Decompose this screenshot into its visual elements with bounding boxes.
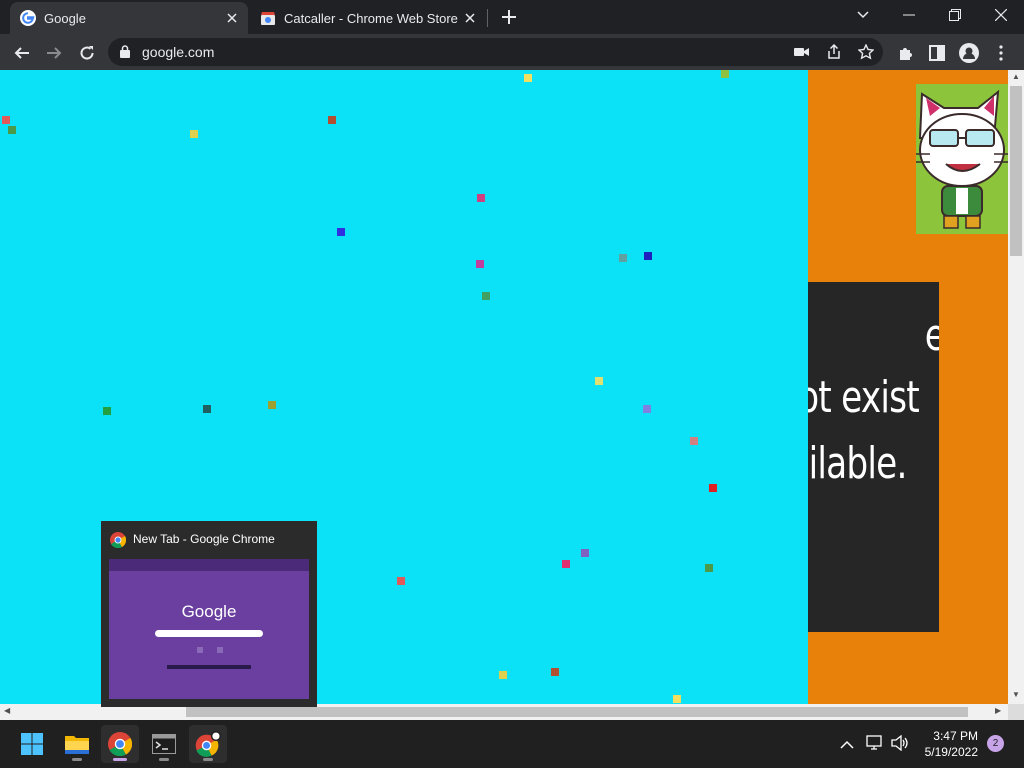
confetti-square — [551, 668, 559, 676]
confetti-square — [595, 377, 603, 385]
new-tab-plus-icon[interactable] — [498, 6, 520, 28]
thumbnail-google-logo: Google — [181, 602, 237, 621]
chrome-profile-icon[interactable] — [189, 725, 227, 763]
scroll-up-arrow-icon[interactable]: ▲ — [1012, 72, 1020, 81]
preview-thumbnail[interactable]: Google — [109, 559, 309, 699]
tab-google[interactable]: Google — [10, 2, 248, 34]
chevron-up-icon[interactable] — [840, 737, 854, 755]
chrome-icon — [110, 532, 127, 553]
extensions-puzzle-icon[interactable] — [895, 42, 917, 64]
confetti-square — [705, 564, 713, 572]
confetti-square — [268, 401, 276, 409]
profile-avatar-icon[interactable] — [958, 42, 980, 64]
bookmark-star-icon[interactable] — [857, 43, 875, 65]
message-line: e — [925, 310, 939, 361]
scroll-right-arrow-icon[interactable]: ▶ — [995, 706, 1001, 715]
volume-icon[interactable] — [891, 734, 909, 756]
forward-arrow-icon[interactable] — [43, 42, 65, 64]
confetti-square — [190, 130, 198, 138]
running-indicator — [113, 758, 127, 761]
error-message-box: e ot exist ailable. — [808, 282, 939, 632]
tab-title: Catcaller - Chrome Web Store — [284, 10, 458, 26]
confetti-square — [562, 560, 570, 568]
scroll-down-arrow-icon[interactable]: ▼ — [1012, 690, 1020, 699]
vertical-scroll-thumb[interactable] — [1010, 86, 1022, 256]
notification-badge[interactable]: 2 — [987, 735, 1004, 752]
confetti-square — [690, 437, 698, 445]
taskbar-window-preview[interactable]: New Tab - Google Chrome Google — [101, 521, 317, 707]
horizontal-scroll-thumb[interactable] — [186, 707, 968, 717]
confetti-square — [673, 695, 681, 703]
minimize-icon[interactable] — [886, 0, 932, 30]
omnibox[interactable]: google.com — [108, 38, 883, 66]
confetti-square — [203, 405, 211, 413]
close-window-icon[interactable] — [978, 0, 1024, 30]
scrollbar-corner — [1008, 704, 1024, 720]
preview-title: New Tab - Google Chrome — [133, 532, 275, 546]
system-clock[interactable]: 3:47 PM 5/19/2022 — [918, 728, 978, 760]
terminal-icon[interactable] — [145, 725, 183, 763]
tab-title: Google — [44, 10, 86, 26]
running-indicator — [203, 758, 213, 761]
close-tab-icon[interactable] — [462, 10, 478, 26]
confetti-square — [337, 228, 345, 236]
confetti-square — [482, 292, 490, 300]
network-icon[interactable] — [866, 735, 884, 756]
start-icon[interactable] — [13, 725, 51, 763]
camera-blocked-icon[interactable] — [794, 45, 810, 64]
scroll-left-arrow-icon[interactable]: ◀ — [4, 706, 10, 715]
url-text[interactable]: google.com — [142, 44, 214, 60]
confetti-square — [477, 194, 485, 202]
confetti-square — [643, 405, 651, 413]
clock-date: 5/19/2022 — [924, 745, 978, 759]
share-icon[interactable] — [826, 43, 842, 65]
confetti-square — [524, 74, 532, 82]
confetti-square — [328, 116, 336, 124]
tab-catcaller[interactable]: Catcaller - Chrome Web Store — [250, 2, 486, 34]
confetti-square — [103, 407, 111, 415]
google-g-icon — [20, 10, 36, 26]
reload-icon[interactable] — [76, 42, 98, 64]
confetti-square — [397, 577, 405, 585]
close-tab-icon[interactable] — [224, 10, 240, 26]
message-line: ot exist — [808, 372, 920, 423]
confetti-square — [709, 484, 717, 492]
running-indicator — [159, 758, 169, 761]
side-panel-icon[interactable] — [926, 42, 948, 64]
lock-icon[interactable] — [120, 45, 130, 63]
tab-separator — [487, 9, 488, 27]
confetti-square — [721, 70, 729, 78]
back-arrow-icon[interactable] — [11, 42, 33, 64]
confetti-square — [499, 671, 507, 679]
tab-search-chevron-down-icon[interactable] — [840, 0, 886, 30]
file-explorer-icon[interactable] — [58, 725, 96, 763]
confetti-square — [476, 260, 484, 268]
confetti-square — [581, 549, 589, 557]
clock-time: 3:47 PM — [933, 729, 978, 743]
confetti-square — [8, 126, 16, 134]
confetti-square — [619, 254, 627, 262]
confetti-square — [644, 252, 652, 260]
confetti-square — [2, 116, 10, 124]
chrome-web-store-icon — [260, 10, 276, 26]
menu-kebab-icon[interactable] — [990, 42, 1012, 64]
cat-mascot-image — [916, 84, 1008, 234]
restore-icon[interactable] — [932, 0, 978, 30]
message-line: ailable. — [808, 438, 908, 489]
chrome-icon[interactable] — [101, 725, 139, 763]
running-indicator — [72, 758, 82, 761]
